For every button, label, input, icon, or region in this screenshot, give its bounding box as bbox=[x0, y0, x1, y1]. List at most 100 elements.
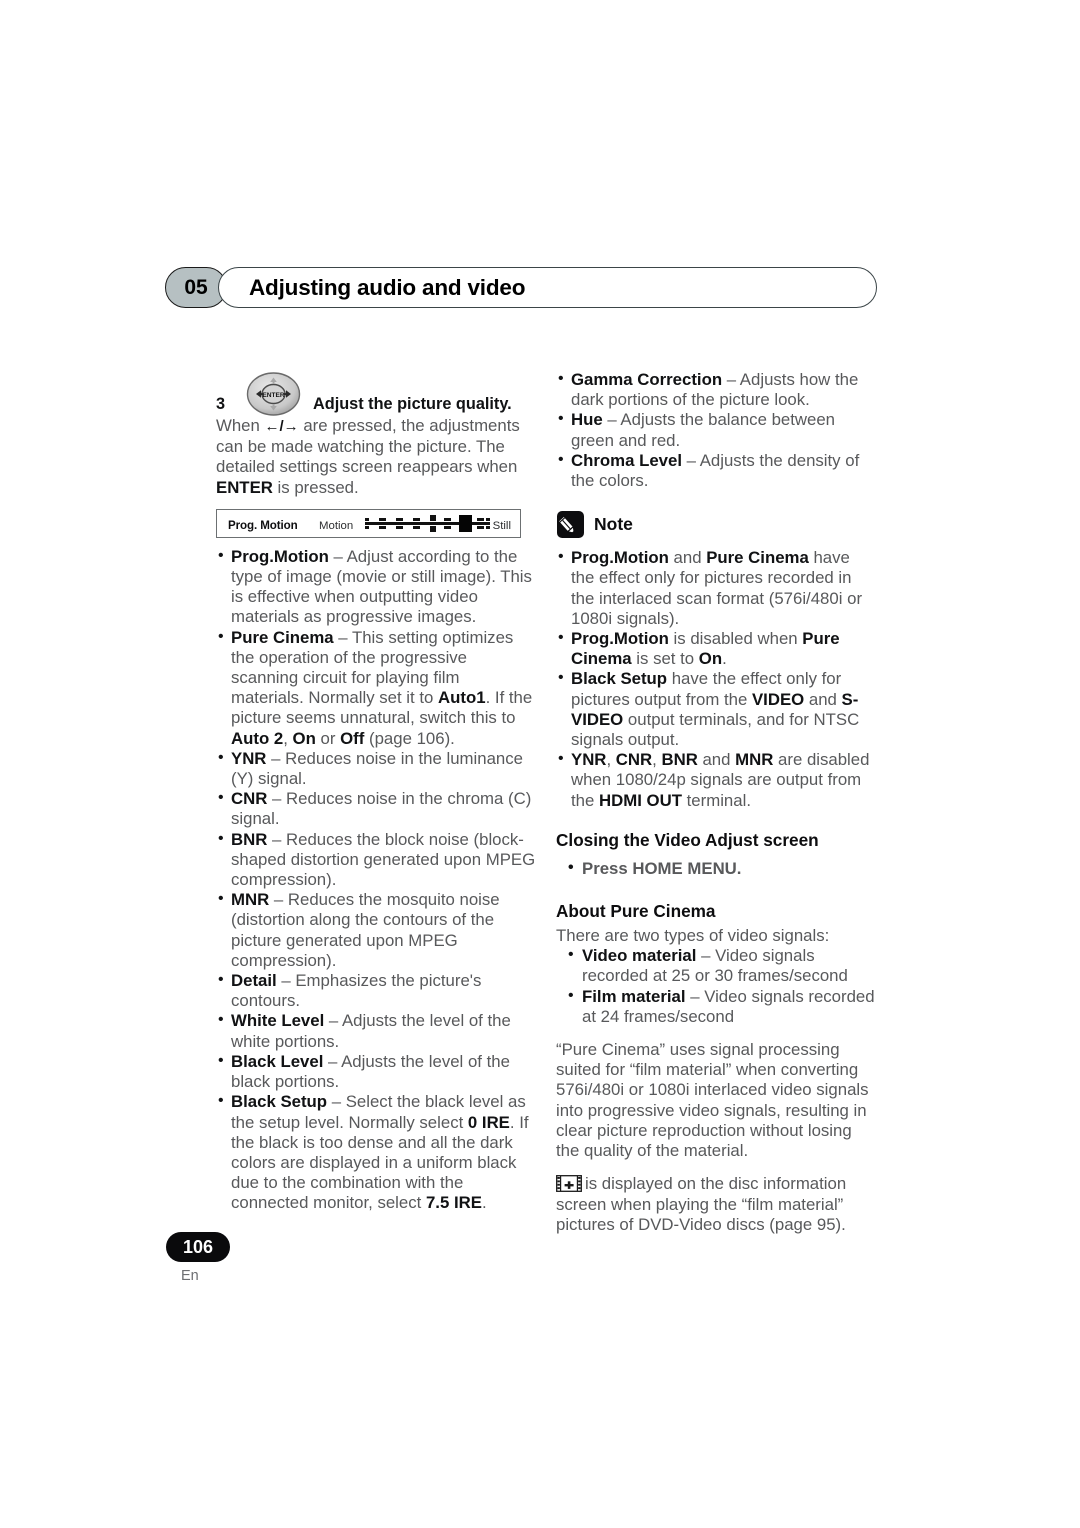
setting-value: Off bbox=[340, 728, 365, 748]
setting-term: MNR bbox=[231, 890, 270, 910]
chapter-title-bar: Adjusting audio and video bbox=[218, 267, 877, 308]
note-text: is set to bbox=[631, 649, 699, 669]
setting-desc-3: , bbox=[283, 728, 293, 748]
setting-term: Prog.Motion bbox=[231, 546, 329, 566]
list-item: Chroma Level – Adjusts the density of th… bbox=[556, 450, 876, 491]
setting-value: Auto 2 bbox=[231, 728, 284, 748]
setting-desc-5: (page 106). bbox=[364, 728, 455, 748]
film-strip-icon bbox=[556, 1175, 582, 1193]
setting-value: Auto1 bbox=[438, 688, 486, 708]
left-column: 3 ENTER Adjust the picture quality. When… bbox=[216, 370, 536, 1214]
note-text: , bbox=[606, 750, 616, 770]
material-term: Video material bbox=[582, 946, 697, 966]
list-item: Gamma Correction – Adjusts how the dark … bbox=[556, 369, 876, 410]
list-item: Pure Cinema – This setting optimizes the… bbox=[216, 627, 536, 749]
osd-slider-cursor[interactable] bbox=[459, 514, 472, 532]
list-item: Prog.Motion and Pure Cinema have the eff… bbox=[556, 547, 876, 629]
page-header: 05 Adjusting audio and video bbox=[165, 267, 877, 309]
material-term: Film material bbox=[582, 986, 686, 1006]
setting-term: CNR bbox=[231, 789, 268, 809]
setting-desc: – Reduces the block noise (block-shaped … bbox=[231, 829, 536, 890]
osd-slider-scale bbox=[365, 510, 490, 537]
list-item: White Level – Adjusts the level of the w… bbox=[216, 1010, 536, 1051]
note-list: Prog.Motion and Pure Cinema have the eff… bbox=[556, 547, 876, 811]
step-number: 3 bbox=[216, 395, 226, 413]
page-footer: 106 En bbox=[166, 1232, 286, 1284]
svg-text:ENTER: ENTER bbox=[262, 392, 285, 399]
note-text: and bbox=[804, 689, 842, 709]
osd-prog-motion-figure: Prog. Motion Motion Still bbox=[216, 508, 521, 538]
osd-center-mark bbox=[430, 514, 436, 532]
dpad-enter-icon: ENTER bbox=[245, 372, 302, 416]
film-paragraph-text: is displayed on the disc information scr… bbox=[556, 1174, 847, 1234]
note-header: Note bbox=[556, 511, 876, 545]
setting-desc: – Adjusts the balance between green and … bbox=[571, 410, 836, 450]
list-item: MNR – Reduces the mosquito noise (distor… bbox=[216, 889, 536, 971]
note-term: BNR bbox=[661, 750, 698, 770]
note-term: HDMI OUT bbox=[599, 790, 682, 810]
note-text: is disabled when bbox=[668, 629, 803, 649]
osd-tick bbox=[477, 517, 484, 529]
step-3: 3 ENTER Adjust the picture quality. When… bbox=[216, 370, 536, 498]
manual-page: 05 Adjusting audio and video 3 ENTER Adj… bbox=[0, 0, 1080, 1528]
about-material-list: Video material – Video signals recorded … bbox=[556, 945, 876, 1027]
step-body: When ←/→ are pressed, the adjustments ca… bbox=[216, 416, 536, 498]
setting-term: Detail bbox=[231, 971, 277, 991]
list-item: Detail – Emphasizes the picture's contou… bbox=[216, 970, 536, 1011]
about-heading: About Pure Cinema bbox=[556, 901, 716, 922]
note-text: and bbox=[697, 750, 736, 770]
list-item: BNR – Reduces the block noise (block-sha… bbox=[216, 829, 536, 891]
setting-term: YNR bbox=[231, 748, 267, 768]
note-term: YNR bbox=[571, 750, 607, 770]
setting-term: Gamma Correction bbox=[571, 370, 723, 389]
setting-term: Black Setup bbox=[231, 1092, 328, 1112]
note-text: terminal. bbox=[681, 790, 751, 810]
osd-tick bbox=[396, 517, 403, 529]
osd-tick bbox=[379, 517, 386, 529]
step-text-before: When bbox=[216, 416, 265, 435]
setting-term: Black Level bbox=[231, 1051, 324, 1071]
list-item: Black Setup have the effect only for pic… bbox=[556, 668, 876, 750]
setting-value: 7.5 IRE bbox=[425, 1193, 482, 1213]
setting-term: Chroma Level bbox=[571, 450, 682, 470]
picture-settings-list: Prog.Motion – Adjust according to the ty… bbox=[216, 546, 536, 1214]
about-intro: There are two types of video signals: bbox=[556, 926, 830, 946]
closing-heading: Closing the Video Adjust screen bbox=[556, 829, 819, 850]
osd-left-label: Motion bbox=[319, 519, 354, 532]
enter-key-label: ENTER bbox=[216, 477, 273, 497]
page-number-badge: 106 bbox=[166, 1232, 230, 1262]
list-item: Black Setup – Select the black level as … bbox=[216, 1091, 536, 1213]
left-right-arrow-icon: ←/→ bbox=[264, 418, 299, 435]
note-term: Prog.Motion bbox=[571, 629, 669, 649]
note-term: MNR bbox=[735, 750, 774, 770]
note-term: VIDEO bbox=[751, 689, 805, 709]
note-term: CNR bbox=[615, 750, 653, 770]
setting-desc: – Reduces the mosquito noise (distortion… bbox=[231, 890, 500, 970]
list-item: YNR – Reduces noise in the luminance (Y)… bbox=[216, 748, 536, 789]
osd-tick bbox=[486, 517, 490, 529]
setting-term: White Level bbox=[231, 1011, 325, 1031]
setting-term: Pure Cinema bbox=[231, 627, 334, 647]
picture-settings-list-continued: Gamma Correction – Adjusts how the dark … bbox=[556, 369, 876, 491]
note-title: Note bbox=[594, 514, 633, 535]
note-term: On bbox=[698, 649, 723, 669]
film-material-paragraph: is displayed on the disc information scr… bbox=[556, 1174, 876, 1235]
step-heading: 3 ENTER Adjust the picture quality. bbox=[216, 370, 536, 416]
step-label: Adjust the picture quality. bbox=[313, 395, 512, 413]
osd-setting-name: Prog. Motion bbox=[228, 518, 298, 532]
setting-desc: – Reduces noise in the chroma (C) signal… bbox=[231, 789, 532, 829]
closing-steps-list: Press HOME MENU. bbox=[556, 858, 876, 879]
list-item: Hue – Adjusts the balance between green … bbox=[556, 409, 876, 450]
setting-desc-4: or bbox=[315, 728, 341, 748]
list-item: Press HOME MENU. bbox=[556, 858, 876, 879]
about-paragraph: “Pure Cinema” uses signal processing sui… bbox=[556, 1040, 869, 1161]
osd-tick bbox=[413, 517, 420, 529]
setting-value: 0 IRE bbox=[467, 1112, 510, 1132]
setting-value: On bbox=[292, 728, 316, 748]
right-column: Gamma Correction – Adjusts how the dark … bbox=[556, 369, 876, 1235]
list-item: YNR, CNR, BNR and MNR are disabled when … bbox=[556, 749, 876, 811]
osd-tick bbox=[444, 517, 451, 529]
list-item: Film material – Video signals recorded a… bbox=[556, 986, 876, 1027]
note-text: and bbox=[668, 548, 707, 568]
osd-right-label: Still bbox=[492, 519, 511, 532]
